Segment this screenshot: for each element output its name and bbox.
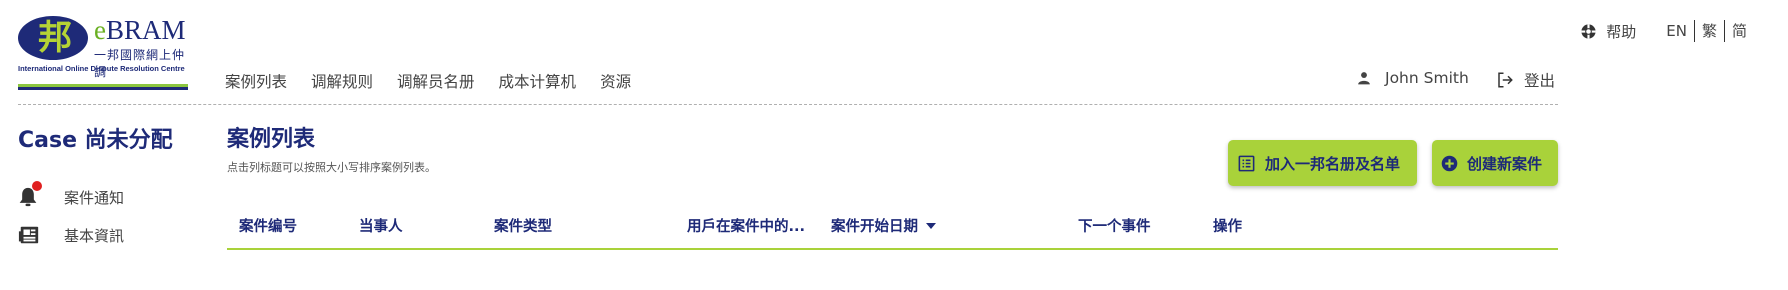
logo-wordmark-e: e bbox=[94, 15, 106, 45]
column-label: 当事人 bbox=[359, 219, 403, 235]
nav-item-resources[interactable]: 资源 bbox=[600, 70, 631, 92]
help-link[interactable]: 帮助 bbox=[1580, 21, 1636, 42]
case-title: Case 尚未分配 bbox=[18, 128, 173, 153]
lifebuoy-icon bbox=[1581, 23, 1596, 39]
header-divider bbox=[18, 104, 1558, 105]
main-nav: 案例列表 调解规则 调解员名册 成本计算机 资源 bbox=[225, 70, 631, 92]
column-label: 案件编号 bbox=[239, 219, 297, 235]
column-label: 案件类型 bbox=[494, 219, 552, 235]
user-name: John Smith bbox=[1385, 69, 1469, 87]
column-next-event[interactable]: 下一个事件 bbox=[1078, 215, 1151, 236]
create-case-button[interactable]: 创建新案件 bbox=[1432, 140, 1558, 186]
logout-label: 登出 bbox=[1524, 72, 1556, 90]
ebram-logo[interactable]: 邦 eBRAM 一邦國際網上仲調 International Online Di… bbox=[18, 14, 192, 92]
lang-simplified[interactable]: 简 bbox=[1725, 21, 1754, 41]
sidebar-item-label: 案件通知 bbox=[64, 188, 125, 207]
column-label: 用戶在案件中的... bbox=[687, 219, 806, 235]
bell-icon-wrap bbox=[18, 181, 64, 208]
create-case-label: 创建新案件 bbox=[1467, 154, 1543, 173]
page-hint: 点击列标题可以按照大小写排序案例列表。 bbox=[227, 161, 436, 174]
column-start-date[interactable]: 案件开始日期 bbox=[831, 215, 936, 236]
column-parties[interactable]: 当事人 bbox=[359, 215, 403, 236]
utility-bar: 帮助 EN 繁 简 bbox=[1580, 20, 1754, 42]
column-case-number[interactable]: 案件编号 bbox=[239, 215, 297, 236]
person-icon bbox=[1358, 72, 1370, 85]
logo-subtitle: 一邦國際網上仲調 bbox=[94, 48, 186, 79]
column-label: 操作 bbox=[1213, 219, 1242, 235]
join-panel-button[interactable]: 加入一邦名册及名单 bbox=[1228, 140, 1417, 186]
sidebar-item-label: 基本資訊 bbox=[64, 226, 125, 245]
logo-tagline: International Online Dispute Resolution … bbox=[18, 64, 185, 73]
plus-circle-icon bbox=[1441, 155, 1458, 171]
lang-traditional[interactable]: 繁 bbox=[1695, 21, 1724, 41]
logo-glyph: 邦 bbox=[38, 18, 72, 58]
list-document-icon bbox=[1238, 155, 1255, 171]
nav-item-cost-calculator[interactable]: 成本计算机 bbox=[499, 70, 577, 92]
column-case-type[interactable]: 案件类型 bbox=[494, 215, 552, 236]
page-title: 案例列表 bbox=[227, 127, 316, 152]
case-table-header: 案件编号 当事人 案件类型 用戶在案件中的... 案件开始日期 下一个事件 操作 bbox=[227, 206, 1558, 250]
user-menu[interactable]: John Smith bbox=[1357, 69, 1469, 87]
sidebar-item-case-notifications[interactable]: 案件通知 bbox=[18, 181, 125, 208]
nav-item-mediator-panel[interactable]: 调解员名册 bbox=[397, 70, 475, 92]
logout-button[interactable]: 登出 bbox=[1496, 69, 1555, 91]
column-user-role[interactable]: 用戶在案件中的... bbox=[687, 215, 805, 236]
logout-icon bbox=[1498, 72, 1513, 88]
column-label: 下一个事件 bbox=[1078, 219, 1151, 235]
notification-dot bbox=[32, 181, 42, 191]
logo-underline bbox=[18, 84, 188, 90]
logo-wordmark-rest: BRAM bbox=[105, 15, 186, 45]
info-card-icon bbox=[18, 226, 39, 244]
logo-wordmark: eBRAM bbox=[94, 16, 186, 44]
help-label: 帮助 bbox=[1606, 22, 1637, 41]
lang-en[interactable]: EN bbox=[1659, 21, 1694, 41]
join-panel-label: 加入一邦名册及名单 bbox=[1265, 154, 1401, 173]
info-card-icon-wrap bbox=[18, 224, 64, 246]
sidebar-item-basic-info[interactable]: 基本資訊 bbox=[18, 224, 124, 246]
nav-item-case-list[interactable]: 案例列表 bbox=[225, 70, 287, 92]
column-actions[interactable]: 操作 bbox=[1213, 215, 1242, 236]
nav-item-mediation-rules[interactable]: 调解规则 bbox=[311, 70, 373, 92]
column-label: 案件开始日期 bbox=[831, 219, 918, 235]
sort-descending-icon bbox=[926, 222, 936, 229]
